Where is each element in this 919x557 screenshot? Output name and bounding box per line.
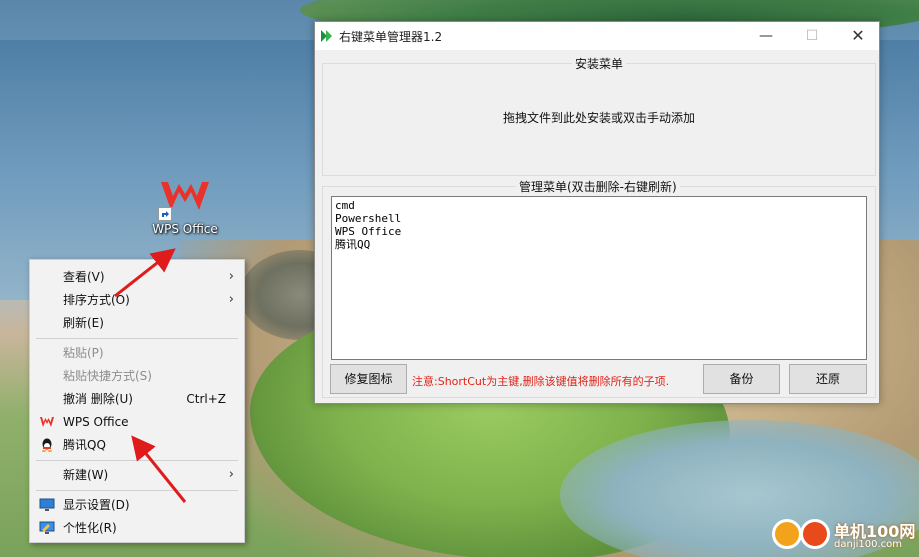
menu-item-personalize[interactable]: 个性化(R) [30, 517, 244, 539]
watermark-logo-icon [772, 519, 802, 549]
menu-divider [36, 460, 238, 461]
install-menu-group[interactable]: 安装菜单 拖拽文件到此处安装或双击手动添加 [322, 55, 876, 176]
menu-item-wps-office[interactable]: WPS Office [30, 411, 244, 433]
close-button[interactable]: ✕ [835, 22, 881, 50]
backup-button[interactable]: 备份 [703, 364, 780, 394]
qq-icon [42, 438, 52, 452]
minimize-button[interactable]: — [743, 22, 789, 50]
display-icon [39, 498, 55, 511]
list-item[interactable]: WPS Office [332, 225, 866, 238]
window-title: 右键菜单管理器1.2 [339, 30, 443, 44]
menu-item-qq[interactable]: 腾讯QQ [30, 434, 244, 456]
desktop-icon-label: WPS Office [152, 222, 218, 236]
menu-item-label: WPS Office [63, 415, 129, 429]
wps-icon [40, 417, 54, 427]
app-icon [321, 30, 332, 42]
shortcut-arrow-icon [158, 207, 172, 221]
menu-item-paste-shortcut[interactable]: 粘贴快捷方式(S) [30, 365, 244, 387]
chevron-right-icon: › [228, 292, 234, 307]
menu-item-view[interactable]: 查看(V) › [30, 266, 244, 288]
chevron-right-icon: › [228, 269, 234, 284]
menu-item-refresh[interactable]: 刷新(E) [30, 312, 244, 334]
menu-item-undo-delete[interactable]: 撤消 删除(U) Ctrl+Z [30, 388, 244, 410]
fix-icon-button[interactable]: 修复图标 [330, 364, 407, 394]
personalize-icon [39, 521, 55, 534]
menu-item-new[interactable]: 新建(W) › [30, 464, 244, 486]
list-item[interactable]: Powershell [332, 212, 866, 225]
menu-item-label: 腾讯QQ [63, 438, 106, 452]
install-group-title: 安装菜单 [572, 55, 627, 72]
menu-divider [36, 490, 238, 491]
notice-text: 注意:ShortCut为主键,删除该键值将删除所有的子项. [412, 375, 670, 388]
menu-item-label: 排序方式(O) [63, 293, 130, 307]
menu-item-sort[interactable]: 排序方式(O) › [30, 289, 244, 311]
install-drop-hint: 拖拽文件到此处安装或双击手动添加 [502, 111, 695, 125]
manage-group-title: 管理菜单(双击删除-右键刷新) [516, 178, 680, 195]
menu-item-label: 撤消 删除(U) [63, 392, 133, 406]
menu-item-display-settings[interactable]: 显示设置(D) [30, 494, 244, 516]
menu-item-label: 查看(V) [63, 270, 105, 284]
menu-divider [36, 338, 238, 339]
menu-item-shortcut: Ctrl+Z [186, 392, 226, 406]
menu-entries-list[interactable]: cmd Powershell WPS Office 腾讯QQ [331, 196, 867, 360]
list-item[interactable]: cmd [332, 199, 866, 212]
menu-item-label: 刷新(E) [63, 316, 104, 330]
desktop-icon-wps-office[interactable]: WPS Office [145, 178, 225, 236]
chevron-right-icon: › [228, 467, 234, 482]
menu-item-label: 显示设置(D) [63, 498, 130, 512]
menu-item-label: 粘贴快捷方式(S) [63, 369, 152, 383]
app-window: 右键菜单管理器1.2 — ☐ ✕ 安装菜单 拖拽文件到此处安装或双击手动添加 管… [314, 21, 880, 404]
restore-button[interactable]: 还原 [789, 364, 867, 394]
menu-item-label: 个性化(R) [63, 521, 117, 535]
menu-item-label: 粘贴(P) [63, 346, 104, 360]
watermark-subtext: danji100.com [834, 539, 902, 550]
list-item[interactable]: 腾讯QQ [332, 238, 866, 251]
context-menu: 查看(V) › 排序方式(O) › 刷新(E) 粘贴(P) 粘贴快捷方式(S) … [29, 259, 245, 543]
title-bar[interactable]: 右键菜单管理器1.2 — ☐ ✕ [315, 22, 879, 50]
site-watermark: 单机100网 danji100.com [772, 517, 917, 555]
maximize-button[interactable]: ☐ [789, 22, 835, 50]
menu-item-label: 新建(W) [63, 468, 109, 482]
menu-item-paste[interactable]: 粘贴(P) [30, 342, 244, 364]
watermark-logo-icon [800, 519, 830, 549]
